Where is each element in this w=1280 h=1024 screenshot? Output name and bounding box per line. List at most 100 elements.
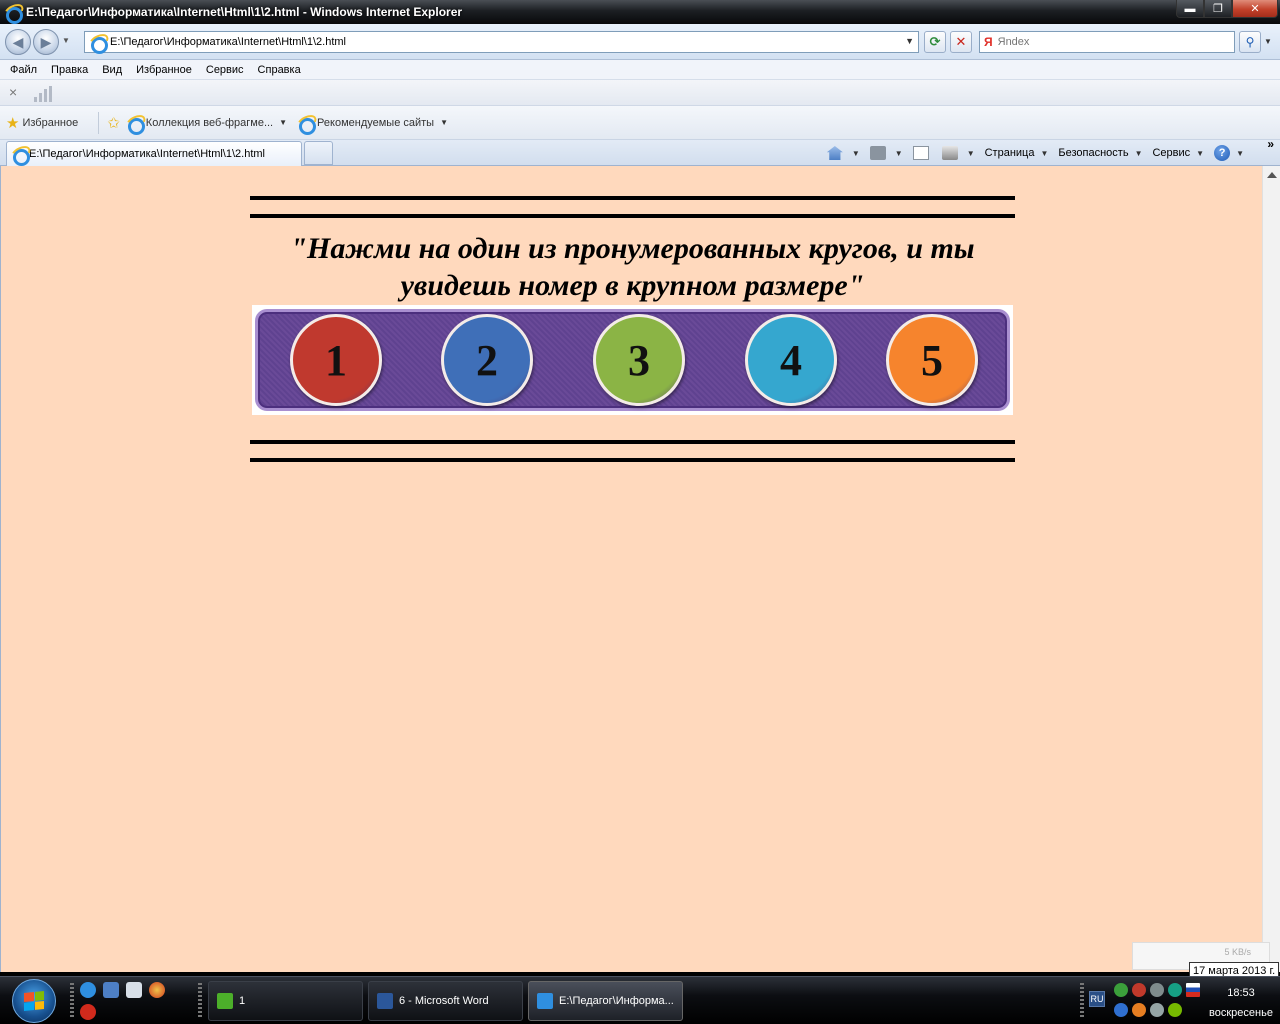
chevron-down-icon: ▼ [1196,148,1205,158]
tools-menu-button[interactable]: Сервис ▼ [1152,147,1204,159]
address-bar[interactable]: E:\Педагог\Информатика\Internet\Html\1\2… [84,31,919,54]
search-options-icon[interactable]: ▼ [1264,37,1272,46]
russian-flag-icon[interactable] [1186,983,1200,997]
search-input[interactable] [997,36,1218,48]
number-circle-3[interactable]: 3 [593,314,685,406]
browser-quicklaunch-icon[interactable] [149,982,165,998]
clock[interactable]: 18:53 воскресенье [1205,985,1277,1021]
menu-bar: Файл Правка Вид Избранное Сервис Справка [0,60,1280,80]
search-button[interactable]: ⚲ [1239,31,1261,53]
minimize-button[interactable]: ▬ [1176,0,1204,18]
word-icon [377,993,393,1009]
favorites-star-icon: ★ [6,114,20,132]
favorites-button[interactable]: ★ Избранное [6,114,78,132]
taskbar: 1 6 - Microsoft Word E:\Педагог\Информа.… [0,976,1280,1024]
ie-page-icon [297,115,317,135]
home-button[interactable]: ▼ [826,146,860,160]
menu-view[interactable]: Вид [95,64,129,76]
circle-number: 1 [325,335,347,385]
network-tray-icon[interactable] [1114,983,1128,997]
print-button[interactable]: ▼ [941,146,975,160]
ie-logo-icon [4,4,23,24]
taskbar-button-folder[interactable]: 1 [208,981,363,1021]
language-indicator[interactable]: RU [1089,991,1105,1007]
tab-title: E:\Педагог\Информатика\Internet\Html\1\2… [29,148,265,160]
history-dropdown-icon[interactable]: ▼ [62,36,70,45]
taskbar-button-ie[interactable]: E:\Педагог\Информа... [528,981,683,1021]
search-box[interactable]: Я [979,31,1235,53]
tab-bar: E:\Педагог\Информатика\Internet\Html\1\2… [0,137,1280,166]
messenger-tray-icon[interactable] [1132,1003,1146,1017]
tab-active[interactable]: E:\Педагог\Информатика\Internet\Html\1\2… [6,141,302,166]
help-icon: ? [1214,145,1231,161]
address-dropdown-icon[interactable]: ▼ [905,36,914,46]
circle-number: 2 [476,335,498,385]
save-quicklaunch-icon[interactable] [126,982,142,998]
ie-page-icon [11,146,30,166]
sync-tray-icon[interactable] [1114,1003,1128,1017]
menu-tools[interactable]: Сервис [199,64,251,76]
stop-button[interactable]: ✕ [950,31,972,53]
favorite-label: Рекомендуемые сайты [317,116,435,129]
title-bar: E:\Педагог\Информатика\Internet\Html\1\2… [0,0,1280,24]
horizontal-rule [250,458,1015,462]
favorite-label: Коллекция веб-фрагме... [145,116,274,129]
chevron-down-icon: ▼ [966,148,975,158]
number-circle-5[interactable]: 5 [886,314,978,406]
windows-logo-icon [24,990,44,1012]
command-bar: ▼ ▼ ▼ Страница ▼ Безопасность ▼ Сервис ▼ ? ▼ [817,143,1272,163]
page-heading: "Нажми на один из пронумерованных кругов… [290,232,975,302]
favorite-item-suggested-sites[interactable]: Рекомендуемые сайты ▼ [297,115,449,135]
refresh-button[interactable]: ⟳ [924,31,946,53]
start-button[interactable] [12,979,56,1023]
close-button[interactable]: ✕ [1232,0,1278,18]
chevron-down-icon: ▼ [1134,148,1143,158]
mail-icon [912,146,929,160]
taskbar-button-label: 1 [239,995,246,1007]
vertical-scrollbar[interactable] [1262,166,1280,972]
taskbar-grip[interactable] [198,983,202,1019]
scroll-up-icon[interactable] [1267,172,1277,178]
menu-file[interactable]: Файл [3,64,44,76]
more-commands-icon[interactable]: » [1267,137,1274,151]
favorite-item-web-slices[interactable]: Коллекция веб-фрагме... ▼ [126,115,287,135]
safety-menu-button[interactable]: Безопасность ▼ [1058,147,1142,159]
taskbar-button-word[interactable]: 6 - Microsoft Word [368,981,523,1021]
read-mail-button[interactable] [912,146,932,160]
menu-help[interactable]: Справка [251,64,308,76]
circle-number: 3 [628,335,650,385]
menu-favorites[interactable]: Избранное [129,64,199,76]
volume-tray-icon[interactable] [1150,983,1164,997]
number-circle-2[interactable]: 2 [441,314,533,406]
maximize-button[interactable]: ❐ [1204,0,1232,18]
clock-time: 18:53 [1227,987,1255,999]
nvidia-tray-icon[interactable] [1168,1003,1182,1017]
back-button[interactable]: ◀ [5,29,31,55]
taskbar-grip[interactable] [1080,983,1084,1019]
ie-quicklaunch-icon[interactable] [80,982,96,998]
toolbar-close-icon[interactable]: × [9,84,17,100]
circles-banner: 1 2 3 4 5 [252,305,1013,415]
number-circle-4[interactable]: 4 [745,314,837,406]
address-text[interactable]: E:\Педагог\Информатика\Internet\Html\1\2… [110,36,346,48]
taskbar-button-label: E:\Педагог\Информа... [559,995,674,1007]
add-favorite-icon[interactable]: ✩ [107,114,120,132]
printer-icon [941,146,958,160]
chevron-down-icon: ▼ [440,118,449,127]
update-tray-icon[interactable] [1168,983,1182,997]
flash-quicklaunch-icon[interactable] [80,1004,96,1020]
new-tab-button[interactable] [304,141,333,165]
menu-edit[interactable]: Правка [44,64,95,76]
horizontal-rule [250,440,1015,444]
number-circle-1[interactable]: 1 [290,314,382,406]
desktop-quicklaunch-icon[interactable] [103,982,119,998]
antivirus-tray-icon[interactable] [1132,983,1146,997]
help-menu-button[interactable]: ? ▼ [1214,145,1244,161]
forward-button[interactable]: ▶ [33,29,59,55]
feeds-button[interactable]: ▼ [869,146,903,160]
device-tray-icon[interactable] [1150,1003,1164,1017]
taskbar-grip[interactable] [70,983,74,1019]
taskbar-button-label: 6 - Microsoft Word [399,995,489,1007]
page-menu-button[interactable]: Страница ▼ [985,147,1049,159]
safety-menu-label: Безопасность [1058,147,1129,159]
